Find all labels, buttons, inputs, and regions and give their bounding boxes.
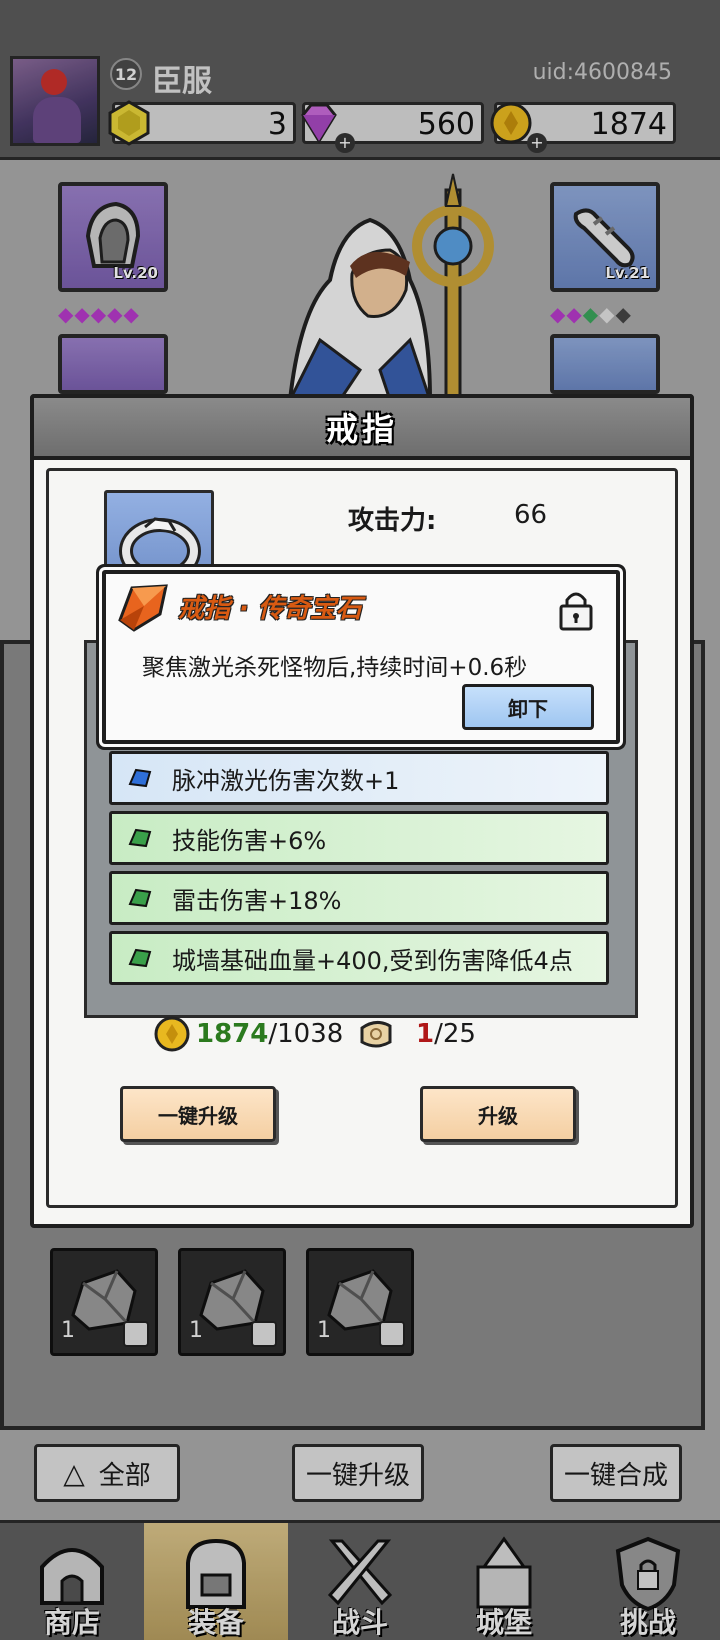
gem-tooltip: 戒指 · 传奇宝石 聚焦激光杀死怪物后,持续时间+0.6秒 卸下 xyxy=(102,570,620,744)
scroll-cost: 1 /25 xyxy=(356,1013,476,1055)
gem-effect-text: 雷击伤害+18% xyxy=(172,886,342,915)
unequip-button[interactable]: 卸下 xyxy=(462,684,594,730)
ring-detail-modal: 戒指 攻击力: 66 脉冲激光伤害次数+1 技能伤害+6% 雷击伤害+18% 城… xyxy=(30,394,694,1228)
auto-upgrade-button[interactable]: 一键升级 xyxy=(120,1086,276,1142)
gold-owned: 1874 xyxy=(196,1019,269,1049)
blue-gem-icon xyxy=(128,768,152,788)
legendary-gem-icon xyxy=(118,584,168,632)
gem-effect-row[interactable]: 技能伤害+6% xyxy=(109,811,609,865)
attack-label: 攻击力: xyxy=(348,506,437,536)
modal-title: 戒指 xyxy=(325,410,398,448)
gem-effect-text: 城墙基础血量+400,受到伤害降低4点 xyxy=(172,946,573,975)
green-gem-icon xyxy=(128,828,152,848)
tooltip-title: 戒指 · 传奇宝石 xyxy=(178,594,362,624)
gem-effect-text: 技能伤害+6% xyxy=(172,826,327,855)
attack-value: 66 xyxy=(514,500,548,530)
gem-effect-row[interactable]: 城墙基础血量+400,受到伤害降低4点 xyxy=(109,931,609,985)
upgrade-button[interactable]: 升级 xyxy=(420,1086,576,1142)
gem-effect-row[interactable]: 脉冲激光伤害次数+1 xyxy=(109,751,609,805)
gem-effect-row[interactable]: 雷击伤害+18% xyxy=(109,871,609,925)
gold-coin-icon xyxy=(154,1016,190,1052)
scroll-required: /25 xyxy=(434,1019,476,1049)
gold-required: /1038 xyxy=(268,1019,344,1049)
lock-icon[interactable] xyxy=(558,588,594,632)
green-gem-icon xyxy=(128,888,152,908)
green-gem-icon xyxy=(128,948,152,968)
scroll-icon xyxy=(360,1021,392,1048)
gold-cost: 1874 /1038 xyxy=(152,1013,343,1055)
modal-header: 戒指 xyxy=(30,394,694,460)
scroll-owned: 1 xyxy=(416,1019,435,1049)
gem-effect-text: 脉冲激光伤害次数+1 xyxy=(172,766,400,795)
tooltip-description: 聚焦激光杀死怪物后,持续时间+0.6秒 xyxy=(142,655,528,681)
